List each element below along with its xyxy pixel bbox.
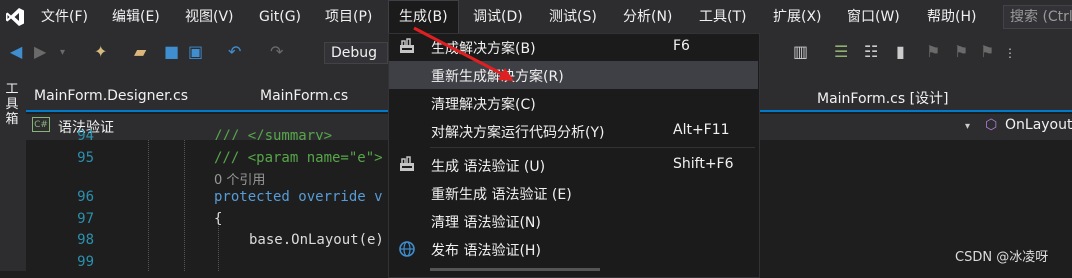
tab-mainform-designer[interactable]: MainForm.Designer.cs xyxy=(34,88,188,104)
menu-item-build-project[interactable]: 生成 语法验证 (U) xyxy=(431,156,545,176)
shortcut-run-code-analysis: Alt+F11 xyxy=(673,122,730,138)
menu-test[interactable]: 测试(S) xyxy=(549,0,597,34)
navigate-back-icon[interactable]: ◀ xyxy=(10,42,22,61)
menu-item-clean-solution[interactable]: 清理解决方案(C) xyxy=(431,94,536,114)
line-number: 96 xyxy=(77,189,94,205)
menu-edit[interactable]: 编辑(E) xyxy=(112,0,160,34)
save-icon[interactable]: ■ xyxy=(164,42,179,61)
redo-icon[interactable]: ↷ xyxy=(270,42,283,61)
menu-git[interactable]: Git(G) xyxy=(259,0,301,34)
search-input[interactable]: 搜索 (Ctrl xyxy=(1003,5,1072,29)
tab-mainform-design[interactable]: MainForm.cs [设计] xyxy=(817,88,949,108)
new-project-icon[interactable]: ✦ xyxy=(94,42,107,61)
comment-icon[interactable]: ☰ xyxy=(834,42,848,61)
menu-view[interactable]: 视图(V) xyxy=(185,0,234,34)
indent-guide xyxy=(184,140,185,271)
solution-config-dropdown[interactable]: Debug xyxy=(324,42,388,64)
menu-help[interactable]: 帮助(H) xyxy=(927,0,976,34)
method-icon: ⬡ xyxy=(985,117,998,133)
csharp-project-icon: C# xyxy=(32,117,50,132)
member-dropdown[interactable]: OnLayout xyxy=(1005,117,1072,133)
code-line: /// <param name="e"> xyxy=(214,150,383,166)
open-folder-icon[interactable]: ▰ xyxy=(134,42,146,61)
menu-analyze[interactable]: 分析(N) xyxy=(623,0,672,34)
menu-item-clean-project[interactable]: 清理 语法验证(N) xyxy=(431,212,541,232)
line-number: 94 xyxy=(77,128,94,140)
watermark: CSDN @冰凌呀 xyxy=(955,250,1049,265)
toolbar-overflow-icon[interactable]: ⋮ xyxy=(1004,46,1016,60)
navigate-forward-icon[interactable]: ▶ xyxy=(34,42,46,61)
uncomment-icon[interactable]: ☷ xyxy=(864,42,878,61)
code-line: { xyxy=(214,211,223,227)
menu-file[interactable]: 文件(F) xyxy=(41,0,88,34)
menu-item-rebuild-project[interactable]: 重新生成 语法验证 (E) xyxy=(431,184,572,204)
chevron-down-icon[interactable]: ▾ xyxy=(965,121,970,132)
indent-guide xyxy=(218,226,219,271)
tab-mainform-cs[interactable]: MainForm.cs xyxy=(260,88,348,104)
prev-bookmark-icon[interactable]: ⚑ xyxy=(926,42,940,61)
shortcut-build-project: Shift+F6 xyxy=(673,156,734,172)
menu-window[interactable]: 窗口(W) xyxy=(847,0,900,34)
menu-extensions[interactable]: 扩展(X) xyxy=(773,0,822,34)
menu-tools[interactable]: 工具(T) xyxy=(699,0,746,34)
line-number: 97 xyxy=(77,211,94,227)
menu-separator xyxy=(430,147,755,148)
code-line: protected override v xyxy=(214,189,383,205)
next-bookmark-icon[interactable]: ⚑ xyxy=(954,42,968,61)
line-number: 98 xyxy=(77,232,94,248)
indent-guide xyxy=(148,140,149,271)
line-number: 95 xyxy=(77,150,94,166)
clear-bookmarks-icon[interactable]: ⚑ xyxy=(980,42,994,61)
visual-studio-logo-icon[interactable] xyxy=(0,0,30,34)
red-arrow-annotation xyxy=(413,26,514,81)
line-number: 99 xyxy=(77,254,94,270)
save-all-icon[interactable]: ▣ xyxy=(188,42,203,61)
menu-project[interactable]: 项目(P) xyxy=(325,0,372,34)
menu-item-run-code-analysis[interactable]: 对解决方案运行代码分析(Y) xyxy=(431,122,604,142)
toolbox-label[interactable]: 工具箱 xyxy=(2,82,22,127)
shortcut-build-solution: F6 xyxy=(673,38,690,54)
globe-icon xyxy=(399,241,415,257)
toolbar-icon-a[interactable]: ▥ xyxy=(793,42,808,61)
undo-icon[interactable]: ↶ xyxy=(228,42,241,61)
code-line: base.OnLayout(e) xyxy=(249,232,384,248)
reference-count[interactable]: 0 个引用 xyxy=(214,169,265,188)
menu-bar xyxy=(0,0,1072,34)
bookmark-icon[interactable]: ▮ xyxy=(896,42,905,61)
menu-item-publish-project[interactable]: 发布 语法验证(H) xyxy=(431,240,541,260)
code-line: /// </summary> xyxy=(214,128,333,140)
build-project-icon xyxy=(400,156,414,171)
dropdown-icon[interactable]: ▾ xyxy=(60,47,65,58)
